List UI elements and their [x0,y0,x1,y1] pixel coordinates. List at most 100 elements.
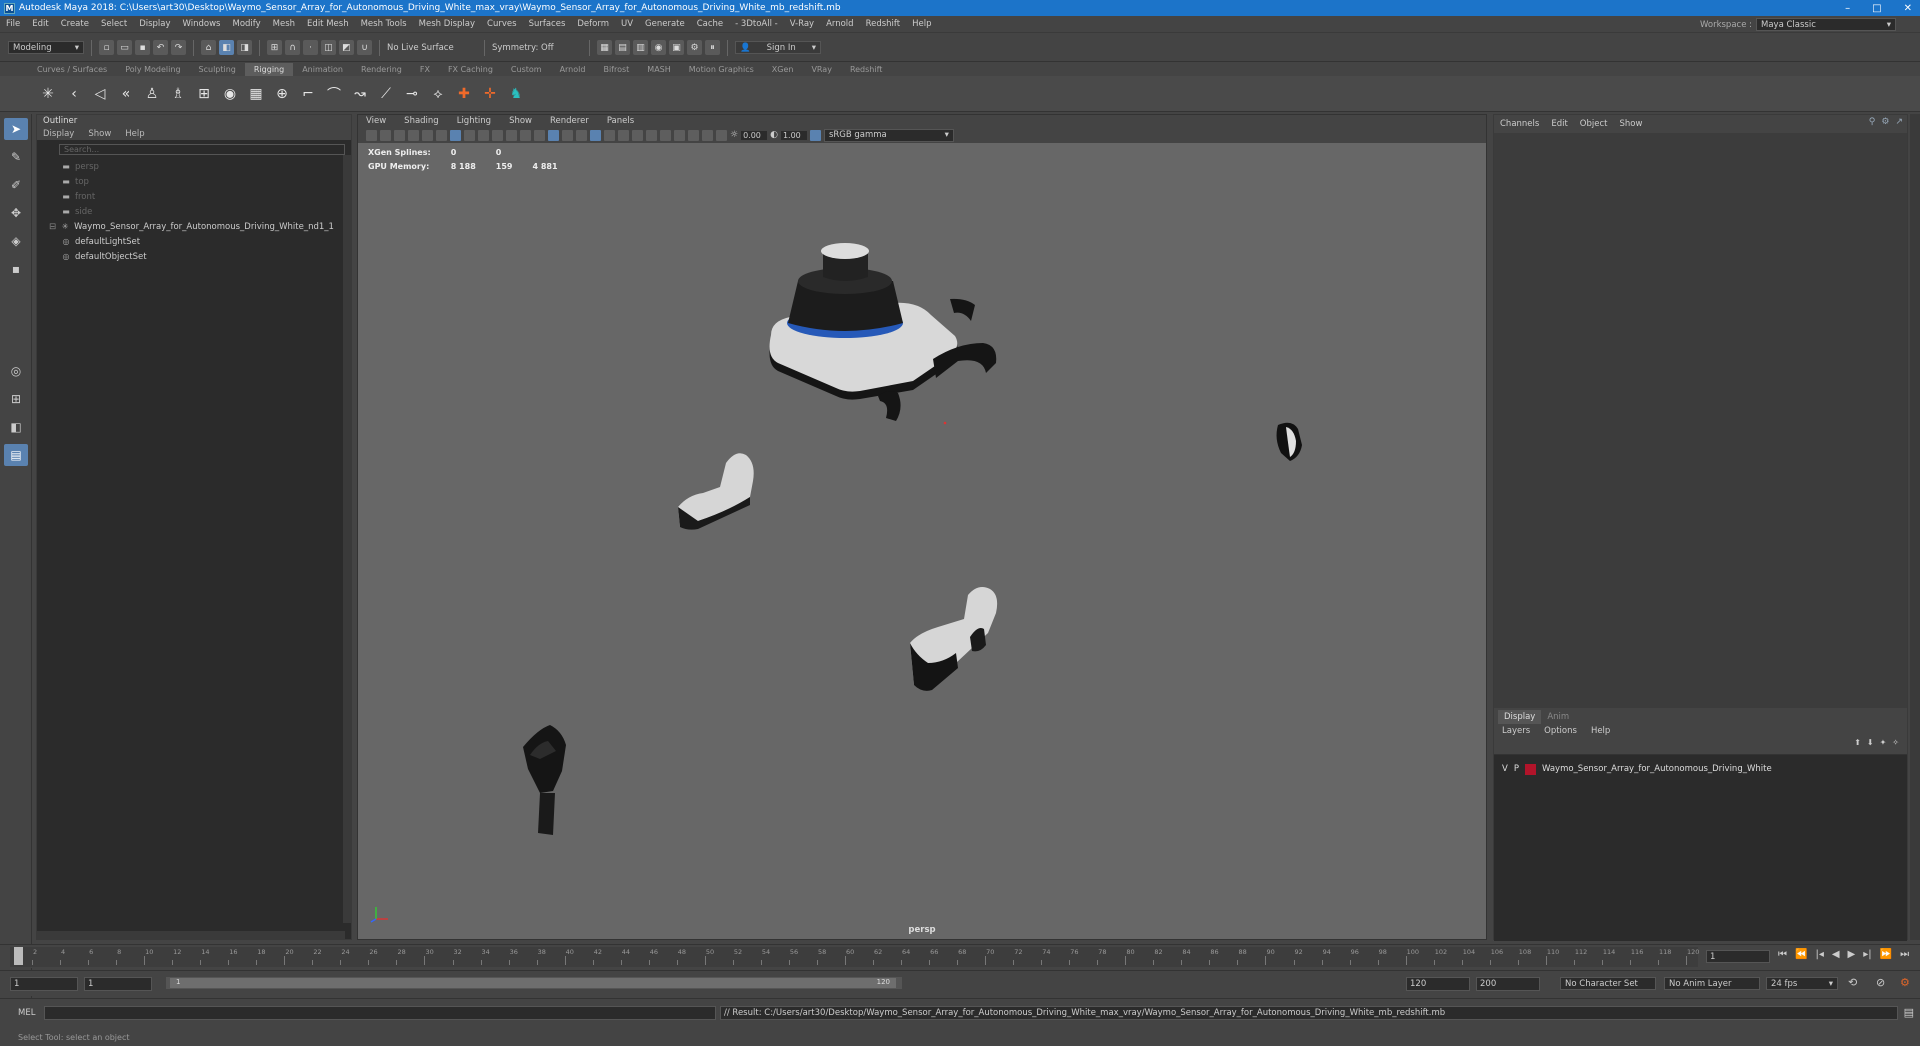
menu-deform[interactable]: Deform [571,19,615,29]
render-view-icon[interactable]: ▣ [669,40,684,55]
layer-row[interactable]: V P Waymo_Sensor_Array_for_Autonomous_Driv… [1494,761,1907,777]
sensor-roof-dome[interactable] [769,243,997,421]
ik-spline-icon[interactable]: ◁ [90,84,110,104]
layer-color-swatch[interactable] [1524,763,1536,775]
pause-icon[interactable]: ⏸ [705,40,720,55]
range-slider-handle[interactable]: 1 120 [170,978,896,988]
snap-point-icon[interactable]: · [303,40,318,55]
point-constraint-icon[interactable]: ✚ [454,84,474,104]
select-tool-icon[interactable]: ➤ [4,118,28,140]
two-panel-layout-icon[interactable]: ◧ [4,416,28,438]
go-to-start-icon[interactable]: ⏮ [1778,949,1787,960]
menu-select[interactable]: Select [95,19,133,29]
outliner-menu-show[interactable]: Show [88,129,111,139]
motion-blur-icon[interactable] [632,129,643,141]
shelf-tab-poly-modeling[interactable]: Poly Modeling [116,63,189,76]
camera-select-icon[interactable] [366,129,377,141]
menu-mesh[interactable]: Mesh [267,19,301,29]
xray-joints-icon[interactable] [702,129,713,141]
viewport-menu-show[interactable]: Show [509,116,532,126]
time-slider-bar[interactable]: 1246810121416182022242628303234363840424… [10,947,1699,967]
menu-surfaces[interactable]: Surfaces [523,19,572,29]
side-sensor-right[interactable] [1276,422,1302,461]
undo-icon[interactable]: ↶ [153,40,168,55]
shelf-tab-motion-graphics[interactable]: Motion Graphics [680,63,763,76]
gate-mask-icon[interactable] [492,129,503,141]
menu-modify[interactable]: Modify [226,19,266,29]
paint-select-icon[interactable]: ✐ [4,174,28,196]
menu-file[interactable]: File [0,19,26,29]
wire-tool-icon[interactable]: ⟋ [376,84,396,104]
side-sensor-left[interactable] [678,453,754,530]
new-scene-icon[interactable]: ▫ [99,40,114,55]
shelf-tab-rendering[interactable]: Rendering [352,63,411,76]
menu-edit-mesh[interactable]: Edit Mesh [301,19,355,29]
ambient-occlusion-icon[interactable] [618,129,629,141]
menu-generate[interactable]: Generate [639,19,691,29]
redo-icon[interactable]: ↷ [171,40,186,55]
textured-icon[interactable] [576,129,587,141]
attribute-editor-tab-strip[interactable] [1910,114,1920,940]
playback-start-field[interactable]: 1 [84,977,152,991]
depth-of-field-icon[interactable] [660,129,671,141]
new-layer-selected-icon[interactable]: ✧ [1892,738,1899,747]
pin-icon[interactable]: ⚲ [1869,117,1876,127]
select-component-icon[interactable]: ◨ [237,40,252,55]
lasso-tool-icon[interactable]: ✎ [4,146,28,168]
parent-constraint-icon[interactable]: ♞ [506,84,526,104]
bind-skin-icon[interactable]: ▦ [246,84,266,104]
cluster-icon[interactable]: ◉ [220,84,240,104]
field-chart-icon[interactable] [506,129,517,141]
animation-preferences-icon[interactable]: ⚙ [1900,976,1910,989]
viewport-menu-lighting[interactable]: Lighting [457,116,491,126]
outliner-item[interactable]: ▬ top [37,174,351,189]
curve-tool-icon[interactable]: ⌒ [324,84,344,104]
menu-mesh-tools[interactable]: Mesh Tools [355,19,413,29]
exposure-field[interactable]: 0.00 [741,130,768,140]
channel-menu-object[interactable]: Object [1580,119,1608,129]
viewport-menu-shading[interactable]: Shading [404,116,439,126]
xray-icon[interactable] [688,129,699,141]
command-input[interactable] [44,1006,716,1020]
render-settings-icon[interactable]: ▥ [633,40,648,55]
smooth-shade-icon[interactable] [548,129,559,141]
step-forward-key-icon[interactable]: ⏩ [1880,949,1892,960]
menu-curves[interactable]: Curves [481,19,523,29]
sign-in-button[interactable]: 👤 Sign In ▾ [735,41,821,54]
move-layer-down-icon[interactable]: ⬇ [1867,738,1874,747]
menu-uv[interactable]: UV [615,19,639,29]
outliner-item[interactable]: ▬ persp [37,159,351,174]
loop-icon[interactable]: ⟲ [1848,976,1857,989]
magnet-icon[interactable]: ∪ [357,40,372,55]
layer-tab-anim[interactable]: Anim [1541,710,1575,724]
resolution-gate-icon[interactable] [478,129,489,141]
image-plane-icon[interactable] [408,129,419,141]
channel-menu-show[interactable]: Show [1619,119,1642,129]
outliner-item[interactable]: ◎ defaultLightSet [37,234,351,249]
rotate-tool-icon[interactable]: ◈ [4,230,28,252]
outliner-menu-help[interactable]: Help [125,129,144,139]
script-editor-icon[interactable]: ▤ [1904,1006,1914,1019]
step-back-key-icon[interactable]: ⏪ [1795,949,1807,960]
wrap-deformer-icon[interactable]: ⟡ [428,84,448,104]
color-space-dropdown[interactable]: sRGB gamma ▾ [823,128,954,142]
safe-action-icon[interactable] [520,129,531,141]
outliner-vertical-scrollbar[interactable] [343,155,351,923]
minimize-button[interactable]: – [1845,3,1850,14]
expand-icon[interactable]: ↗ [1895,117,1903,127]
scene-3d[interactable] [358,143,1486,937]
menu-cache[interactable]: Cache [691,19,729,29]
snap-view-icon[interactable]: ◫ [321,40,336,55]
auto-key-icon[interactable]: ⊘ [1876,976,1885,989]
range-slider-bar[interactable]: 1 120 [166,977,902,989]
shelf-tab-redshift[interactable]: Redshift [841,63,891,76]
fps-dropdown[interactable]: 24 fps ▾ [1766,977,1838,990]
select-hierarchy-icon[interactable]: ⌂ [201,40,216,55]
shelf-tab-bifrost[interactable]: Bifrost [594,63,638,76]
outliner-layout-icon[interactable]: ▤ [4,444,28,466]
outliner-item[interactable]: ▬ side [37,204,351,219]
outliner-item[interactable]: ⊟ ✳ Waymo_Sensor_Array_for_Autonomous_Driv… [37,219,351,234]
xray-components-icon[interactable] [716,129,727,141]
blend-shape-icon[interactable]: ↝ [350,84,370,104]
color-management-icon[interactable] [809,129,821,141]
